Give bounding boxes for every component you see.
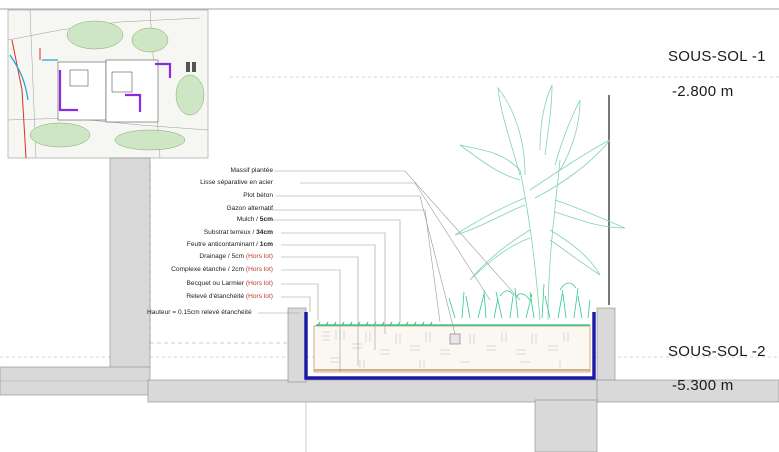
level-name-ss1: SOUS-SOL -1: [668, 48, 766, 65]
callout-substrate: Substrat terreux / 34cm: [203, 229, 273, 236]
site-plan-inset: [7, 9, 209, 159]
lawn-strip: [316, 321, 590, 326]
planter-right-wall: [596, 307, 616, 383]
callout-upstand: Relevé d'étanchéité (Hors lot): [186, 293, 273, 300]
callout-felt: Feutre anticontaminant / 1cm: [186, 241, 273, 248]
left-column: [109, 157, 151, 369]
callout-planted-bed: Massif plantée: [230, 167, 273, 174]
concrete-plot: [449, 333, 461, 345]
callout-steel-edging: Lisse séparative en acier: [200, 179, 273, 186]
callout-height: Hauteur = 0.15cm relevé étanchéité: [147, 309, 252, 316]
level-name-ss2: SOUS-SOL -2: [668, 343, 766, 360]
planter-left-wall: [287, 307, 307, 383]
ground-plants: [448, 282, 591, 319]
floor-slab: [147, 379, 599, 403]
callout-mulch: Mulch / 5cm: [236, 216, 273, 223]
lower-right-column: [534, 399, 598, 452]
substrate-layer: [313, 325, 591, 373]
callout-concrete-plot: Plot béton: [243, 192, 273, 199]
callout-alt-lawn: Gazon alternatif: [226, 205, 273, 212]
callout-drip-edge: Becquet ou Larmier (Hors lot): [186, 280, 274, 287]
planter-section-drawing: [0, 8, 779, 452]
level-elevation-ss1: -2.800 m: [672, 83, 734, 100]
level-elevation-ss2: -5.300 m: [672, 377, 734, 394]
callout-waterproof-complex: Complexe étanche / 2cm (Hors lot): [171, 266, 273, 273]
callout-drainage: Drainage / 5cm (Hors lot): [199, 253, 273, 260]
